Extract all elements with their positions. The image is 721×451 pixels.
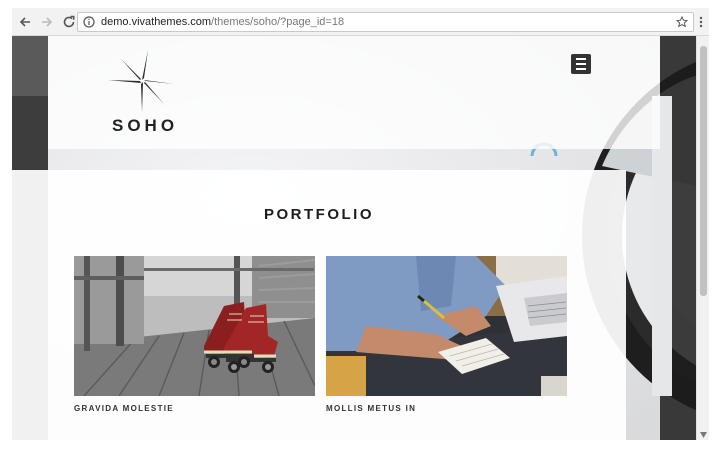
reload-button[interactable] <box>60 13 78 31</box>
page-title: PORTFOLIO <box>264 206 374 223</box>
page-scrollbar[interactable] <box>696 36 709 440</box>
back-button[interactable] <box>16 13 34 31</box>
hamburger-bar <box>576 63 586 65</box>
more-vert-icon[interactable] <box>699 16 703 28</box>
main-content: PORTFOLIO GRAVIDA MOLESTIE MOLLIS METUS … <box>12 170 626 440</box>
hamburger-bar <box>576 68 586 70</box>
site-logo-text[interactable]: SOHO <box>112 116 178 136</box>
site-header: SOHO <box>48 36 660 149</box>
back-arrow-icon <box>19 16 30 27</box>
url-host: demo.vivathemes.com <box>101 16 212 28</box>
reload-icon <box>63 15 75 27</box>
portfolio-item[interactable]: MOLLIS METUS IN <box>326 256 567 413</box>
portfolio-item-caption[interactable]: MOLLIS METUS IN <box>326 404 567 413</box>
hamburger-icon[interactable] <box>571 54 591 74</box>
forward-arrow-icon <box>42 16 53 27</box>
scrollbar-thumb[interactable] <box>700 46 707 296</box>
portfolio-item[interactable]: GRAVIDA MOLESTIE <box>74 256 315 413</box>
portfolio-image-person-writing[interactable] <box>326 256 567 396</box>
hamburger-bar <box>576 58 586 60</box>
info-icon[interactable] <box>83 16 95 28</box>
browser-toolbar: demo.vivathemes.com/themes/soho/?page_id… <box>12 8 709 36</box>
portfolio-item-caption[interactable]: GRAVIDA MOLESTIE <box>74 404 315 413</box>
star-icon[interactable] <box>676 16 688 28</box>
page-viewport: SOHO PORTFOLIO GRAVIDA MOLESTIE MOLLIS M… <box>12 36 696 440</box>
url-path: /themes/soho/?page_id=18 <box>211 16 345 28</box>
scroll-down-arrow-icon[interactable] <box>700 432 707 438</box>
portfolio-image-roller-skates[interactable] <box>74 256 315 396</box>
logo-star-icon[interactable] <box>108 50 176 112</box>
forward-button[interactable] <box>38 13 56 31</box>
address-bar[interactable]: demo.vivathemes.com/themes/soho/?page_id… <box>77 12 694 32</box>
